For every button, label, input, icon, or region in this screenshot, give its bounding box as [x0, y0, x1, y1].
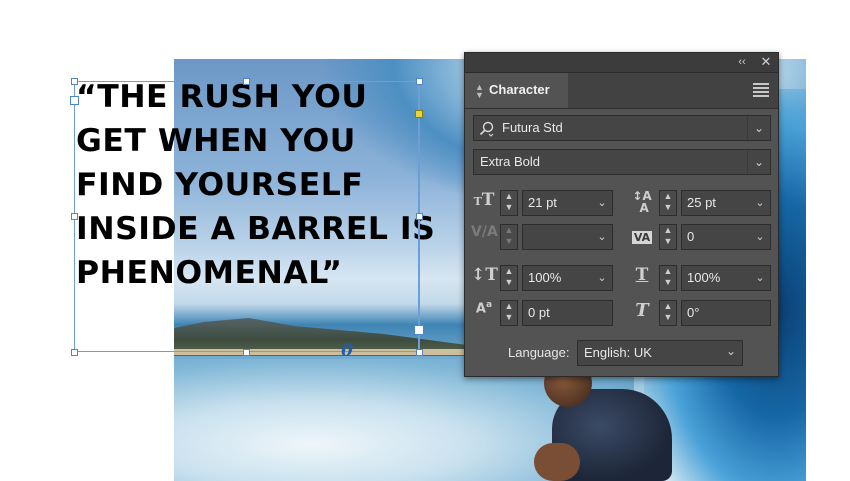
tab-character[interactable]: ▲ ▼ Character: [465, 73, 568, 108]
resize-handle-left[interactable]: [71, 213, 78, 220]
panel-title-bar[interactable]: ‹‹ ✕: [465, 53, 778, 73]
collapse-panel-button[interactable]: ‹‹: [733, 54, 751, 70]
baseline-shift-stepper[interactable]: ▲ ▼: [500, 300, 518, 326]
chevron-down-icon[interactable]: ⌄: [747, 150, 770, 174]
vertical-scale-stepper[interactable]: ▲ ▼: [500, 265, 518, 291]
resize-handle-top-left[interactable]: [71, 78, 78, 85]
skew-value: 0°: [687, 305, 700, 320]
kerning-icon: V/A: [471, 224, 498, 240]
leading-field[interactable]: 25 pt ⌄: [681, 190, 771, 216]
tab-expand-icon[interactable]: ▲ ▼: [475, 83, 484, 100]
horizontal-scale-value: 100%: [687, 270, 721, 285]
font-size-stepper[interactable]: ▲ ▼: [500, 190, 518, 216]
hamburger-menu-icon[interactable]: [753, 83, 769, 97]
baseline-shift-field[interactable]: 0 pt: [522, 300, 613, 326]
language-label: Language:: [508, 345, 570, 360]
vertical-scale-value: 100%: [528, 270, 562, 285]
font-style-field[interactable]: Extra Bold ⌄: [473, 149, 771, 175]
headline-line: PHENOMENAL”: [76, 255, 343, 291]
resize-handle-bottom[interactable]: [243, 349, 250, 356]
kerning-field[interactable]: ⌄: [522, 224, 613, 250]
in-port[interactable]: [70, 96, 79, 105]
language-dropdown[interactable]: English: UK ⌄: [577, 340, 743, 366]
tracking-icon: VA: [631, 231, 653, 244]
chevron-down-icon[interactable]: ⌄: [592, 266, 612, 290]
chevron-down-icon[interactable]: ⌄: [747, 116, 770, 140]
headline-line: FIND YOURSELF: [76, 167, 364, 203]
skew-icon: T: [635, 300, 649, 321]
font-family-field[interactable]: Futura Std ⌄: [473, 115, 771, 141]
surfer-arm: [534, 443, 580, 481]
skew-field[interactable]: 0°: [681, 300, 771, 326]
chevron-down-icon[interactable]: ⌄: [750, 225, 770, 249]
font-style-value: Extra Bold: [480, 154, 540, 169]
close-panel-button[interactable]: ✕: [757, 54, 775, 70]
resize-handle-bottom-left[interactable]: [71, 349, 78, 356]
surfer: [534, 359, 714, 481]
overset-text-icon[interactable]: 0: [340, 342, 354, 360]
headline-line: GET WHEN YOU: [76, 123, 356, 159]
baseline-shift-icon: Aa: [475, 300, 493, 317]
chevron-down-icon[interactable]: ⌄: [726, 344, 736, 358]
horizontal-scale-field[interactable]: 100% ⌄: [681, 265, 771, 291]
resize-handle-top-right[interactable]: [416, 78, 423, 85]
panel-tab-bar: ▲ ▼ Character: [465, 73, 778, 109]
language-value: English: UK: [584, 345, 652, 360]
tracking-stepper[interactable]: ▲ ▼: [659, 224, 677, 250]
search-icon: [479, 121, 494, 137]
tracking-field[interactable]: 0 ⌄: [681, 224, 771, 250]
chevron-down-icon[interactable]: ⌄: [592, 191, 612, 215]
leading-value: 25 pt: [687, 195, 716, 210]
resize-handle-right[interactable]: [416, 213, 423, 220]
leading-icon: ↕A A: [632, 189, 652, 215]
resize-handle-bottom-right[interactable]: [416, 349, 423, 356]
font-size-value: 21 pt: [528, 195, 557, 210]
headline-text-frame[interactable]: “THE RUSH YOU GET WHEN YOU FIND YOURSELF…: [76, 75, 436, 295]
resize-handle-top[interactable]: [243, 78, 250, 85]
headline-line: “THE RUSH YOU: [76, 79, 368, 115]
character-panel: ‹‹ ✕ ▲ ▼ Character Futura Std ⌄ Extra Bol…: [464, 52, 779, 377]
headline-line: INSIDE A BARREL IS: [76, 211, 436, 247]
chevron-down-icon[interactable]: ⌄: [750, 266, 770, 290]
vertical-scale-icon: ↕T: [471, 265, 498, 285]
font-size-field[interactable]: 21 pt ⌄: [522, 190, 613, 216]
beach: [174, 349, 474, 355]
horizontal-scale-icon: T: [635, 265, 649, 285]
tracking-value: 0: [687, 229, 695, 244]
vertical-scale-field[interactable]: 100% ⌄: [522, 265, 613, 291]
chevron-down-icon[interactable]: ⌄: [750, 191, 770, 215]
out-port[interactable]: [414, 325, 424, 335]
baseline-shift-value: 0 pt: [528, 305, 550, 320]
font-size-icon: TT: [473, 190, 495, 210]
chevron-down-icon[interactable]: ⌄: [592, 225, 612, 249]
font-family-value: Futura Std: [502, 120, 563, 135]
tab-character-label: Character: [489, 82, 550, 97]
leading-stepper[interactable]: ▲ ▼: [659, 190, 677, 216]
horizontal-scale-stepper[interactable]: ▲ ▼: [659, 265, 677, 291]
kerning-stepper[interactable]: ▲ ▼: [500, 224, 518, 250]
live-corner-handle[interactable]: [415, 110, 423, 118]
skew-stepper[interactable]: ▲ ▼: [659, 300, 677, 326]
